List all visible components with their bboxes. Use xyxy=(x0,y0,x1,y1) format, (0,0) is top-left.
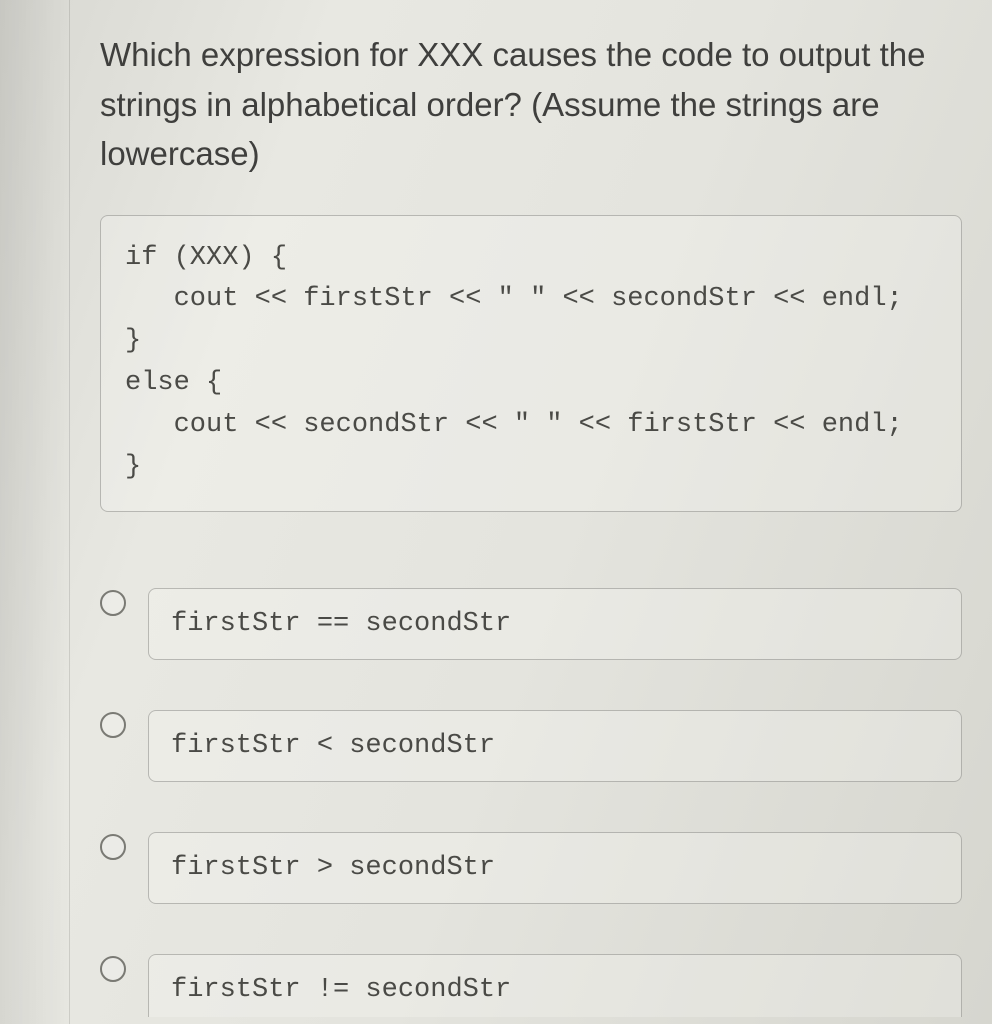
option-2[interactable]: firstStr < secondStr xyxy=(100,710,962,782)
radio-icon[interactable] xyxy=(100,834,126,860)
option-1[interactable]: firstStr == secondStr xyxy=(100,588,962,660)
option-label: firstStr != secondStr xyxy=(148,954,962,1017)
option-3[interactable]: firstStr > secondStr xyxy=(100,832,962,904)
left-panel-edge xyxy=(0,0,70,1024)
radio-icon[interactable] xyxy=(100,712,126,738)
radio-icon[interactable] xyxy=(100,956,126,982)
option-4[interactable]: firstStr != secondStr xyxy=(100,954,962,1017)
option-label: firstStr == secondStr xyxy=(148,588,962,660)
option-label: firstStr > secondStr xyxy=(148,832,962,904)
code-snippet: if (XXX) { cout << firstStr << " " << se… xyxy=(100,215,962,512)
question-page: Which expression for XXX causes the code… xyxy=(70,0,992,1024)
answer-options: firstStr == secondStr firstStr < secondS… xyxy=(100,588,962,1017)
radio-icon[interactable] xyxy=(100,590,126,616)
option-label: firstStr < secondStr xyxy=(148,710,962,782)
question-prompt: Which expression for XXX causes the code… xyxy=(100,30,962,179)
